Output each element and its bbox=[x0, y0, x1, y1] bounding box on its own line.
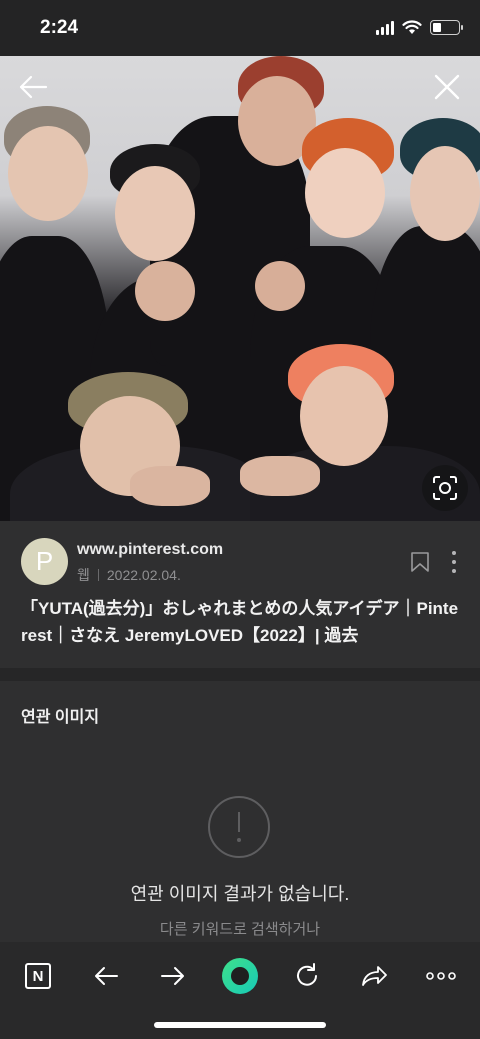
status-time: 2:24 bbox=[40, 17, 79, 38]
share-icon bbox=[362, 966, 387, 986]
source-meta: 웹 2022.02.04. bbox=[77, 565, 181, 585]
image-viewer[interactable] bbox=[0, 56, 480, 521]
bookmark-button[interactable] bbox=[409, 551, 431, 573]
battery-icon bbox=[430, 20, 463, 35]
naver-home-button[interactable]: N bbox=[18, 956, 58, 996]
source-type: 웹 bbox=[77, 567, 90, 583]
exclamation-icon bbox=[208, 796, 270, 858]
browser-back-button[interactable] bbox=[86, 956, 126, 996]
source-domain[interactable]: www.pinterest.com bbox=[77, 541, 223, 559]
more-options-button[interactable] bbox=[446, 549, 462, 575]
related-images-section: 연관 이미지 연관 이미지 결과가 없습니다. 다른 키워드로 검색하거나 bbox=[0, 681, 480, 943]
status-bar: 2:24 bbox=[0, 0, 480, 56]
close-button[interactable] bbox=[430, 70, 464, 104]
wifi-icon bbox=[402, 20, 422, 34]
reload-button[interactable] bbox=[287, 956, 327, 996]
empty-results-title: 연관 이미지 결과가 없습니다. bbox=[130, 884, 350, 904]
image-search-icon bbox=[433, 476, 457, 500]
cellular-signal-icon bbox=[376, 20, 394, 35]
browser-forward-button[interactable] bbox=[153, 956, 193, 996]
source-avatar[interactable]: P bbox=[21, 538, 68, 585]
share-button[interactable] bbox=[354, 956, 394, 996]
more-icon bbox=[426, 972, 456, 980]
related-images-heading: 연관 이미지 bbox=[21, 709, 100, 726]
source-title[interactable]: 「YUTA(過去分)」おしゃれまとめの人気アイデア｜Pinterest｜さなえ … bbox=[21, 595, 461, 649]
section-divider bbox=[0, 668, 480, 681]
source-date: 2022.02.04. bbox=[106, 567, 181, 583]
source-info: P www.pinterest.com 웹 2022.02.04. 「YUTA(過… bbox=[0, 521, 480, 668]
forward-icon bbox=[161, 967, 184, 985]
arrow-left-icon bbox=[19, 75, 48, 99]
image-search-button[interactable] bbox=[422, 465, 468, 511]
close-icon bbox=[434, 74, 460, 100]
naver-home-icon: N bbox=[25, 963, 51, 989]
more-menu-button[interactable] bbox=[421, 956, 461, 996]
bottom-toolbar: N bbox=[0, 942, 480, 1039]
photo bbox=[0, 56, 480, 521]
home-indicator[interactable] bbox=[154, 1022, 326, 1028]
green-dot-icon bbox=[222, 958, 258, 994]
back-icon bbox=[95, 967, 118, 985]
back-button[interactable] bbox=[16, 70, 50, 104]
bookmark-icon bbox=[411, 552, 429, 572]
status-icons bbox=[376, 20, 463, 35]
empty-results-hint: 다른 키워드로 검색하거나 bbox=[159, 921, 321, 938]
green-dot-button[interactable] bbox=[220, 956, 260, 996]
reload-icon bbox=[297, 963, 317, 986]
